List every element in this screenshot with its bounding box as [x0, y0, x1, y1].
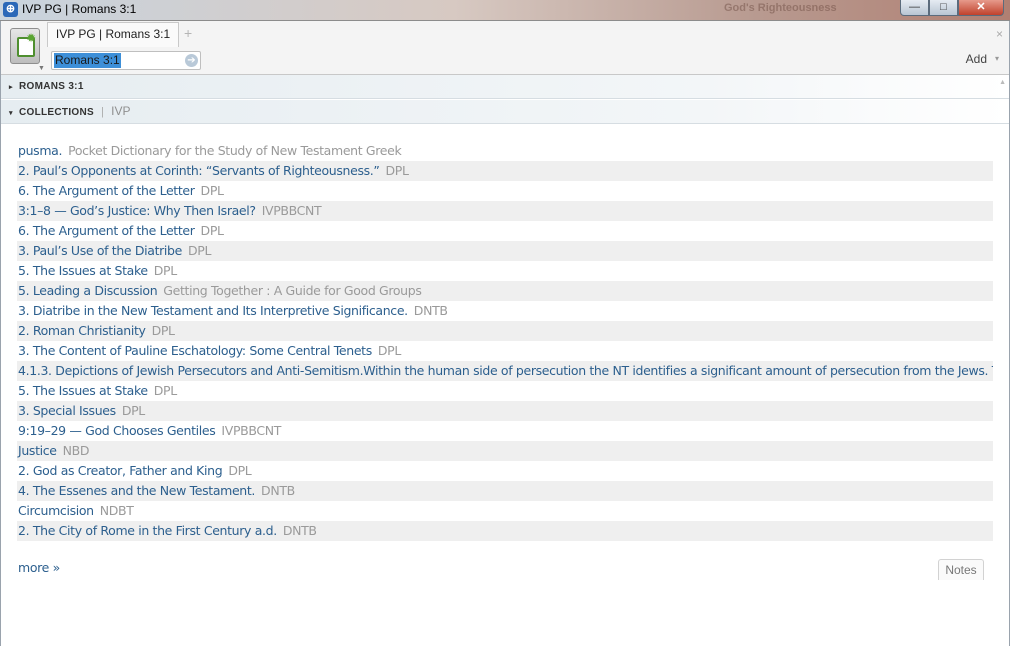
result-source: NBD	[62, 443, 90, 458]
result-title-link[interactable]: 5. Leading a Discussion	[18, 283, 158, 298]
result-row: 5. The Issues at Stake DPL	[17, 261, 993, 281]
result-source: DPL	[385, 163, 409, 178]
scroll-up-icon[interactable]: ▲	[999, 79, 1006, 86]
result-row: 4. The Essenes and the New Testament. DNT…	[17, 481, 993, 501]
result-row: 5. The Issues at Stake DPL	[17, 381, 993, 401]
result-row: 3:1–8 — God’s Justice: Why Then Israel? I…	[17, 201, 993, 221]
result-title-link[interactable]: 5. The Issues at Stake	[18, 263, 148, 278]
result-source: DPL	[200, 223, 224, 238]
result-title-link[interactable]: 9:19–29 — God Chooses Gentiles	[18, 423, 216, 438]
result-row: 2. God as Creator, Father and King DPL	[17, 461, 993, 481]
notes-tab[interactable]: Notes	[938, 559, 984, 580]
result-source: DNTB	[413, 303, 448, 318]
result-source: DPL	[228, 463, 252, 478]
triangle-collapsed-icon: ▸	[9, 84, 13, 91]
result-row: 2. The City of Rome in the First Century…	[17, 521, 993, 541]
result-row: 9:19–29 — God Chooses Gentiles IVPBBCNT	[17, 421, 993, 441]
result-source: Pocket Dictionary for the Study of New T…	[68, 143, 402, 158]
window-title-bar[interactable]: ⊕ IVP PG | Romans 3:1 God's Righteousnes…	[0, 0, 1010, 21]
result-row: 6. The Argument of the Letter DPL	[17, 181, 993, 201]
section-collections-label: COLLECTIONS	[19, 107, 94, 118]
result-source: IVPBBCNT	[261, 203, 322, 218]
result-source: IVPBBCNT	[221, 423, 282, 438]
gear-icon: ✹	[26, 31, 37, 45]
result-title-link[interactable]: 2. God as Creator, Father and King	[18, 463, 223, 478]
go-arrow-icon[interactable]: ➔	[185, 54, 198, 67]
result-source: DPL	[187, 243, 212, 258]
result-source: DPL	[151, 323, 175, 338]
result-title-link[interactable]: 2. Roman Christianity	[18, 323, 146, 338]
result-title-link[interactable]: 3:1–8 — God’s Justice: Why Then Israel?	[18, 203, 256, 218]
result-title-link[interactable]: 4. The Essenes and the New Testament.	[18, 483, 255, 498]
add-dropdown-caret-icon[interactable]: ▾	[995, 54, 999, 63]
minimize-button[interactable]: —	[900, 0, 929, 16]
close-panel-icon[interactable]: ×	[996, 27, 1003, 41]
result-row: 6. The Argument of the Letter DPL	[17, 221, 993, 241]
result-row: 2. Paul’s Opponents at Corinth: “Servant…	[17, 161, 993, 181]
result-source: DPL	[200, 183, 224, 198]
reference-input-value[interactable]: Romans 3:1	[54, 53, 121, 68]
result-title-link[interactable]: pusma.	[18, 143, 62, 158]
result-row: Justice NBD	[17, 441, 993, 461]
chevron-down-icon[interactable]: ▼	[38, 65, 45, 72]
result-row: 2. Roman Christianity DPL	[17, 321, 993, 341]
result-row: pusma. Pocket Dictionary for the Study of…	[17, 141, 993, 161]
maximize-button[interactable]: □	[929, 0, 958, 16]
result-source: DNTB	[282, 523, 317, 538]
result-source: DPL	[121, 403, 145, 418]
result-row: 3. Paul’s Use of the Diatribe DPL	[17, 241, 993, 261]
result-row: 5. Leading a Discussion Getting Together …	[17, 281, 993, 301]
result-row: 3. The Content of Pauline Eschatology: S…	[17, 341, 993, 361]
results-list: pusma. Pocket Dictionary for the Study of…	[17, 141, 993, 541]
window-title: IVP PG | Romans 3:1	[22, 2, 137, 16]
background-window-title: God's Righteousness	[724, 2, 837, 14]
panel-menu-icon[interactable]: ✹	[10, 28, 40, 64]
result-row: 4.1.3. Depictions of Jewish Persecutors …	[17, 361, 993, 381]
section-separator: |	[100, 106, 105, 118]
result-title-link[interactable]: 3. The Content of Pauline Eschatology: S…	[18, 343, 372, 358]
result-row: 3. Diatribe in the New Testament and Its…	[17, 301, 993, 321]
result-source: DNTB	[261, 483, 295, 498]
panel-header: ✹ ▼ IVP PG | Romans 3:1 + × Romans 3:1 ➔…	[1, 21, 1009, 75]
result-source: DPL	[153, 263, 177, 278]
result-title-link[interactable]: 5. The Issues at Stake	[18, 383, 148, 398]
result-title-link[interactable]: 2. The City of Rome in the First Century…	[18, 523, 277, 538]
panel-frame: ✹ ▼ IVP PG | Romans 3:1 + × Romans 3:1 ➔…	[0, 21, 1010, 646]
result-title-link[interactable]: 3. Diatribe in the New Testament and Its…	[18, 303, 408, 318]
result-title-link[interactable]: 4.1.3. Depictions of Jewish Persecutors …	[18, 363, 993, 378]
result-source: DPL	[153, 383, 177, 398]
result-title-link[interactable]: Justice	[18, 443, 57, 458]
section-reference-label: ROMANS 3:1	[19, 81, 84, 92]
result-title-link[interactable]: 6. The Argument of the Letter	[18, 183, 195, 198]
result-title-link[interactable]: Circumcision	[18, 503, 94, 518]
window-controls: — □ ✕	[900, 0, 1004, 17]
close-button[interactable]: ✕	[958, 0, 1004, 16]
collection-filter-link[interactable]: IVP	[111, 104, 130, 118]
section-collections[interactable]: ▾ COLLECTIONS | IVP	[1, 100, 1009, 124]
triangle-expanded-icon: ▾	[9, 110, 13, 117]
more-link[interactable]: more »	[18, 560, 60, 575]
reference-input[interactable]: Romans 3:1 ➔	[51, 51, 201, 70]
result-source: Getting Together : A Guide for Good Grou…	[163, 283, 422, 298]
result-row: Circumcision NDBT	[17, 501, 993, 521]
section-reference[interactable]: ▸ ROMANS 3:1	[1, 75, 1009, 99]
result-source: DPL	[377, 343, 401, 358]
result-row: 3. Special Issues DPL	[17, 401, 993, 421]
result-title-link[interactable]: 2. Paul’s Opponents at Corinth: “Servant…	[18, 163, 380, 178]
result-title-link[interactable]: 3. Special Issues	[18, 403, 116, 418]
result-title-link[interactable]: 3. Paul’s Use of the Diatribe	[18, 243, 182, 258]
result-title-link[interactable]: 6. The Argument of the Letter	[18, 223, 195, 238]
result-source: NDBT	[99, 503, 134, 518]
tab-ivp-pg[interactable]: IVP PG | Romans 3:1	[47, 22, 179, 47]
logos-icon[interactable]: ⊕	[3, 2, 18, 17]
add-button[interactable]: Add	[966, 52, 987, 66]
new-tab-button[interactable]: +	[184, 25, 192, 41]
